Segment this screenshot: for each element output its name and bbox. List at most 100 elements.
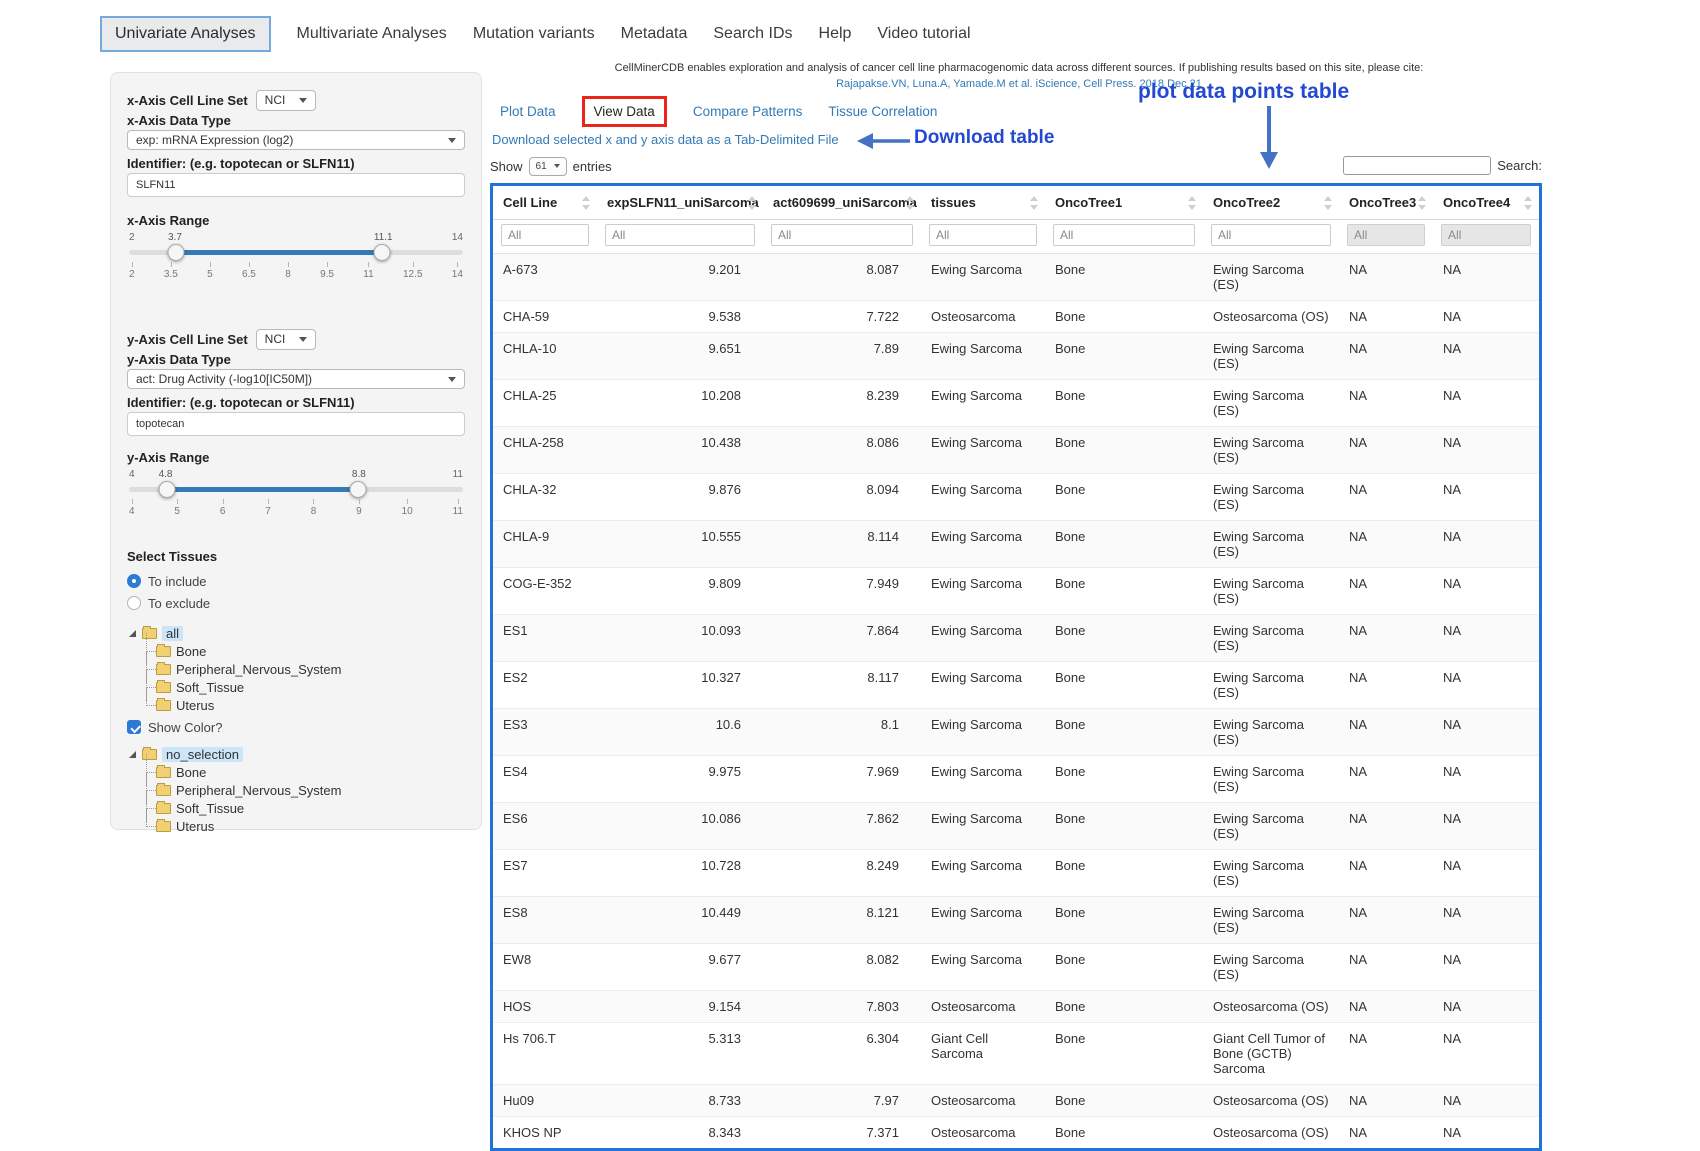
y-range-slider[interactable]: 4 4.8 8.8 11 4567891011 (127, 467, 465, 519)
cell: 7.89 (763, 333, 921, 380)
sort-icon (1030, 196, 1038, 210)
search-input[interactable] (1343, 156, 1491, 175)
subtab-view-data[interactable]: View Data (582, 96, 667, 127)
x-cell-line-set-select[interactable]: NCI (256, 90, 317, 111)
expand-icon[interactable] (129, 630, 136, 637)
filter-input-act609699-unisarcoma[interactable] (771, 224, 913, 246)
show-color-checkbox[interactable]: Show Color? (127, 718, 465, 736)
slider-handle-high[interactable] (374, 244, 391, 261)
radio-exclude-label: To exclude (148, 596, 210, 611)
cell: 7.803 (763, 991, 921, 1023)
x-identifier-input[interactable] (127, 173, 465, 197)
filter-input-oncotree1[interactable] (1053, 224, 1195, 246)
tree-node-label: Uterus (176, 819, 214, 834)
tree-node-label: Soft_Tissue (176, 680, 244, 695)
table-row: ES810.4498.121Ewing SarcomaBoneEwing Sar… (493, 897, 1539, 944)
nav-tab-multivariate-analyses[interactable]: Multivariate Analyses (297, 18, 447, 50)
filter-input-expslfn11-unisarcoma[interactable] (605, 224, 755, 246)
column-header-label: act609699_uniSarcoma (773, 195, 917, 210)
cell: NA (1433, 991, 1539, 1023)
tree-node-no-selection[interactable]: no_selection (129, 745, 465, 763)
filter-input-oncotree2[interactable] (1211, 224, 1331, 246)
citation-link[interactable]: Rajapakse.VN, Luna.A, Yamade.M et al. iS… (490, 78, 1548, 90)
cell: 5.313 (597, 1023, 763, 1085)
slider-high-label: 11.1 (374, 232, 393, 243)
nav-tab-search-ids[interactable]: Search IDs (713, 18, 792, 50)
slider-handle-low[interactable] (159, 481, 176, 498)
y-cell-line-set-select[interactable]: NCI (256, 329, 317, 350)
nav-tab-univariate-analyses[interactable]: Univariate Analyses (100, 16, 271, 52)
filter-input-oncotree3[interactable] (1347, 224, 1425, 246)
table-row: ES610.0867.862Ewing SarcomaBoneEwing Sar… (493, 803, 1539, 850)
filter-cell (1339, 220, 1433, 254)
tree-node-label: Peripheral_Nervous_System (176, 662, 341, 677)
tree-node-bone[interactable]: Bone (143, 763, 465, 781)
folder-icon (156, 785, 171, 796)
table-row: ES210.3278.117Ewing SarcomaBoneEwing Sar… (493, 662, 1539, 709)
radio-to-exclude[interactable]: To exclude (127, 594, 465, 612)
y-identifier-input[interactable] (127, 412, 465, 436)
nav-tab-metadata[interactable]: Metadata (621, 18, 688, 50)
cell: Ewing Sarcoma (ES) (1203, 568, 1339, 615)
slider-handle-low[interactable] (168, 244, 185, 261)
show-color-label: Show Color? (148, 720, 222, 735)
tree-node-soft-tissue[interactable]: Soft_Tissue (143, 678, 465, 696)
filter-input-oncotree4[interactable] (1441, 224, 1531, 246)
tree-node-all[interactable]: all (129, 624, 465, 642)
filter-input-tissues[interactable] (929, 224, 1037, 246)
column-header-oncotree3[interactable]: OncoTree3 (1339, 186, 1433, 220)
x-cell-line-set-label: x-Axis Cell Line Set (127, 93, 248, 108)
nav-tab-video-tutorial[interactable]: Video tutorial (877, 18, 970, 50)
radio-include-label: To include (148, 574, 207, 589)
nav-tab-mutation-variants[interactable]: Mutation variants (473, 18, 595, 50)
table-row: A-6739.2018.087Ewing SarcomaBoneEwing Sa… (493, 254, 1539, 301)
select-value: NCI (265, 93, 286, 107)
tree-node-peripheral-nervous-system[interactable]: Peripheral_Nervous_System (143, 781, 465, 799)
table-filter-row (493, 220, 1539, 254)
column-header-cell-line[interactable]: Cell Line (493, 186, 597, 220)
tree-node-soft-tissue[interactable]: Soft_Tissue (143, 799, 465, 817)
tree-node-uterus[interactable]: Uterus (143, 696, 465, 714)
column-header-label: tissues (931, 195, 976, 210)
tree-node-uterus[interactable]: Uterus (143, 817, 465, 835)
slider-track[interactable] (129, 487, 463, 492)
slider-handle-high[interactable] (350, 481, 367, 498)
radio-to-include[interactable]: To include (127, 572, 465, 590)
column-header-oncotree1[interactable]: OncoTree1 (1045, 186, 1203, 220)
cell: 8.082 (763, 944, 921, 991)
slider-tick: 6.5 (242, 262, 256, 280)
column-header-tissues[interactable]: tissues (921, 186, 1045, 220)
cell: A-673 (493, 254, 597, 301)
cell: NA (1339, 254, 1433, 301)
column-header-oncotree2[interactable]: OncoTree2 (1203, 186, 1339, 220)
x-data-type-select[interactable]: exp: mRNA Expression (log2) (127, 130, 465, 150)
entries-select[interactable]: 61 (529, 157, 567, 176)
nav-tab-help[interactable]: Help (819, 18, 852, 50)
cell: 9.154 (597, 991, 763, 1023)
y-data-type-select[interactable]: act: Drug Activity (-log10[IC50M]) (127, 369, 465, 389)
subtab-compare-patterns[interactable]: Compare Patterns (693, 104, 803, 119)
sort-icon (748, 196, 756, 210)
expand-icon[interactable] (129, 751, 136, 758)
subtab-tissue-correlation[interactable]: Tissue Correlation (828, 104, 937, 119)
cell: NA (1433, 474, 1539, 521)
download-link[interactable]: Download selected x and y axis data as a… (492, 132, 839, 147)
subtab-plot-data[interactable]: Plot Data (500, 104, 556, 119)
table-row: ES310.68.1Ewing SarcomaBoneEwing Sarcoma… (493, 709, 1539, 756)
slider-min-label: 2 (129, 232, 135, 243)
column-header-expslfn11-unisarcoma[interactable]: expSLFN11_uniSarcoma (597, 186, 763, 220)
folder-icon (156, 682, 171, 693)
table-row: EW89.6778.082Ewing SarcomaBoneEwing Sarc… (493, 944, 1539, 991)
annotation-download-table: Download table (914, 127, 1054, 149)
column-header-oncotree4[interactable]: OncoTree4 (1433, 186, 1539, 220)
cell: Ewing Sarcoma (921, 521, 1045, 568)
column-header-act609699-unisarcoma[interactable]: act609699_uniSarcoma (763, 186, 921, 220)
tree-node-peripheral-nervous-system[interactable]: Peripheral_Nervous_System (143, 660, 465, 678)
cell: NA (1433, 615, 1539, 662)
x-range-slider[interactable]: 2 3.7 11.1 14 23.556.589.51112.514 (127, 230, 465, 282)
cell: 7.862 (763, 803, 921, 850)
cell: 9.538 (597, 301, 763, 333)
tree-node-bone[interactable]: Bone (143, 642, 465, 660)
slider-track[interactable] (129, 250, 463, 255)
filter-input-cell-line[interactable] (501, 224, 589, 246)
